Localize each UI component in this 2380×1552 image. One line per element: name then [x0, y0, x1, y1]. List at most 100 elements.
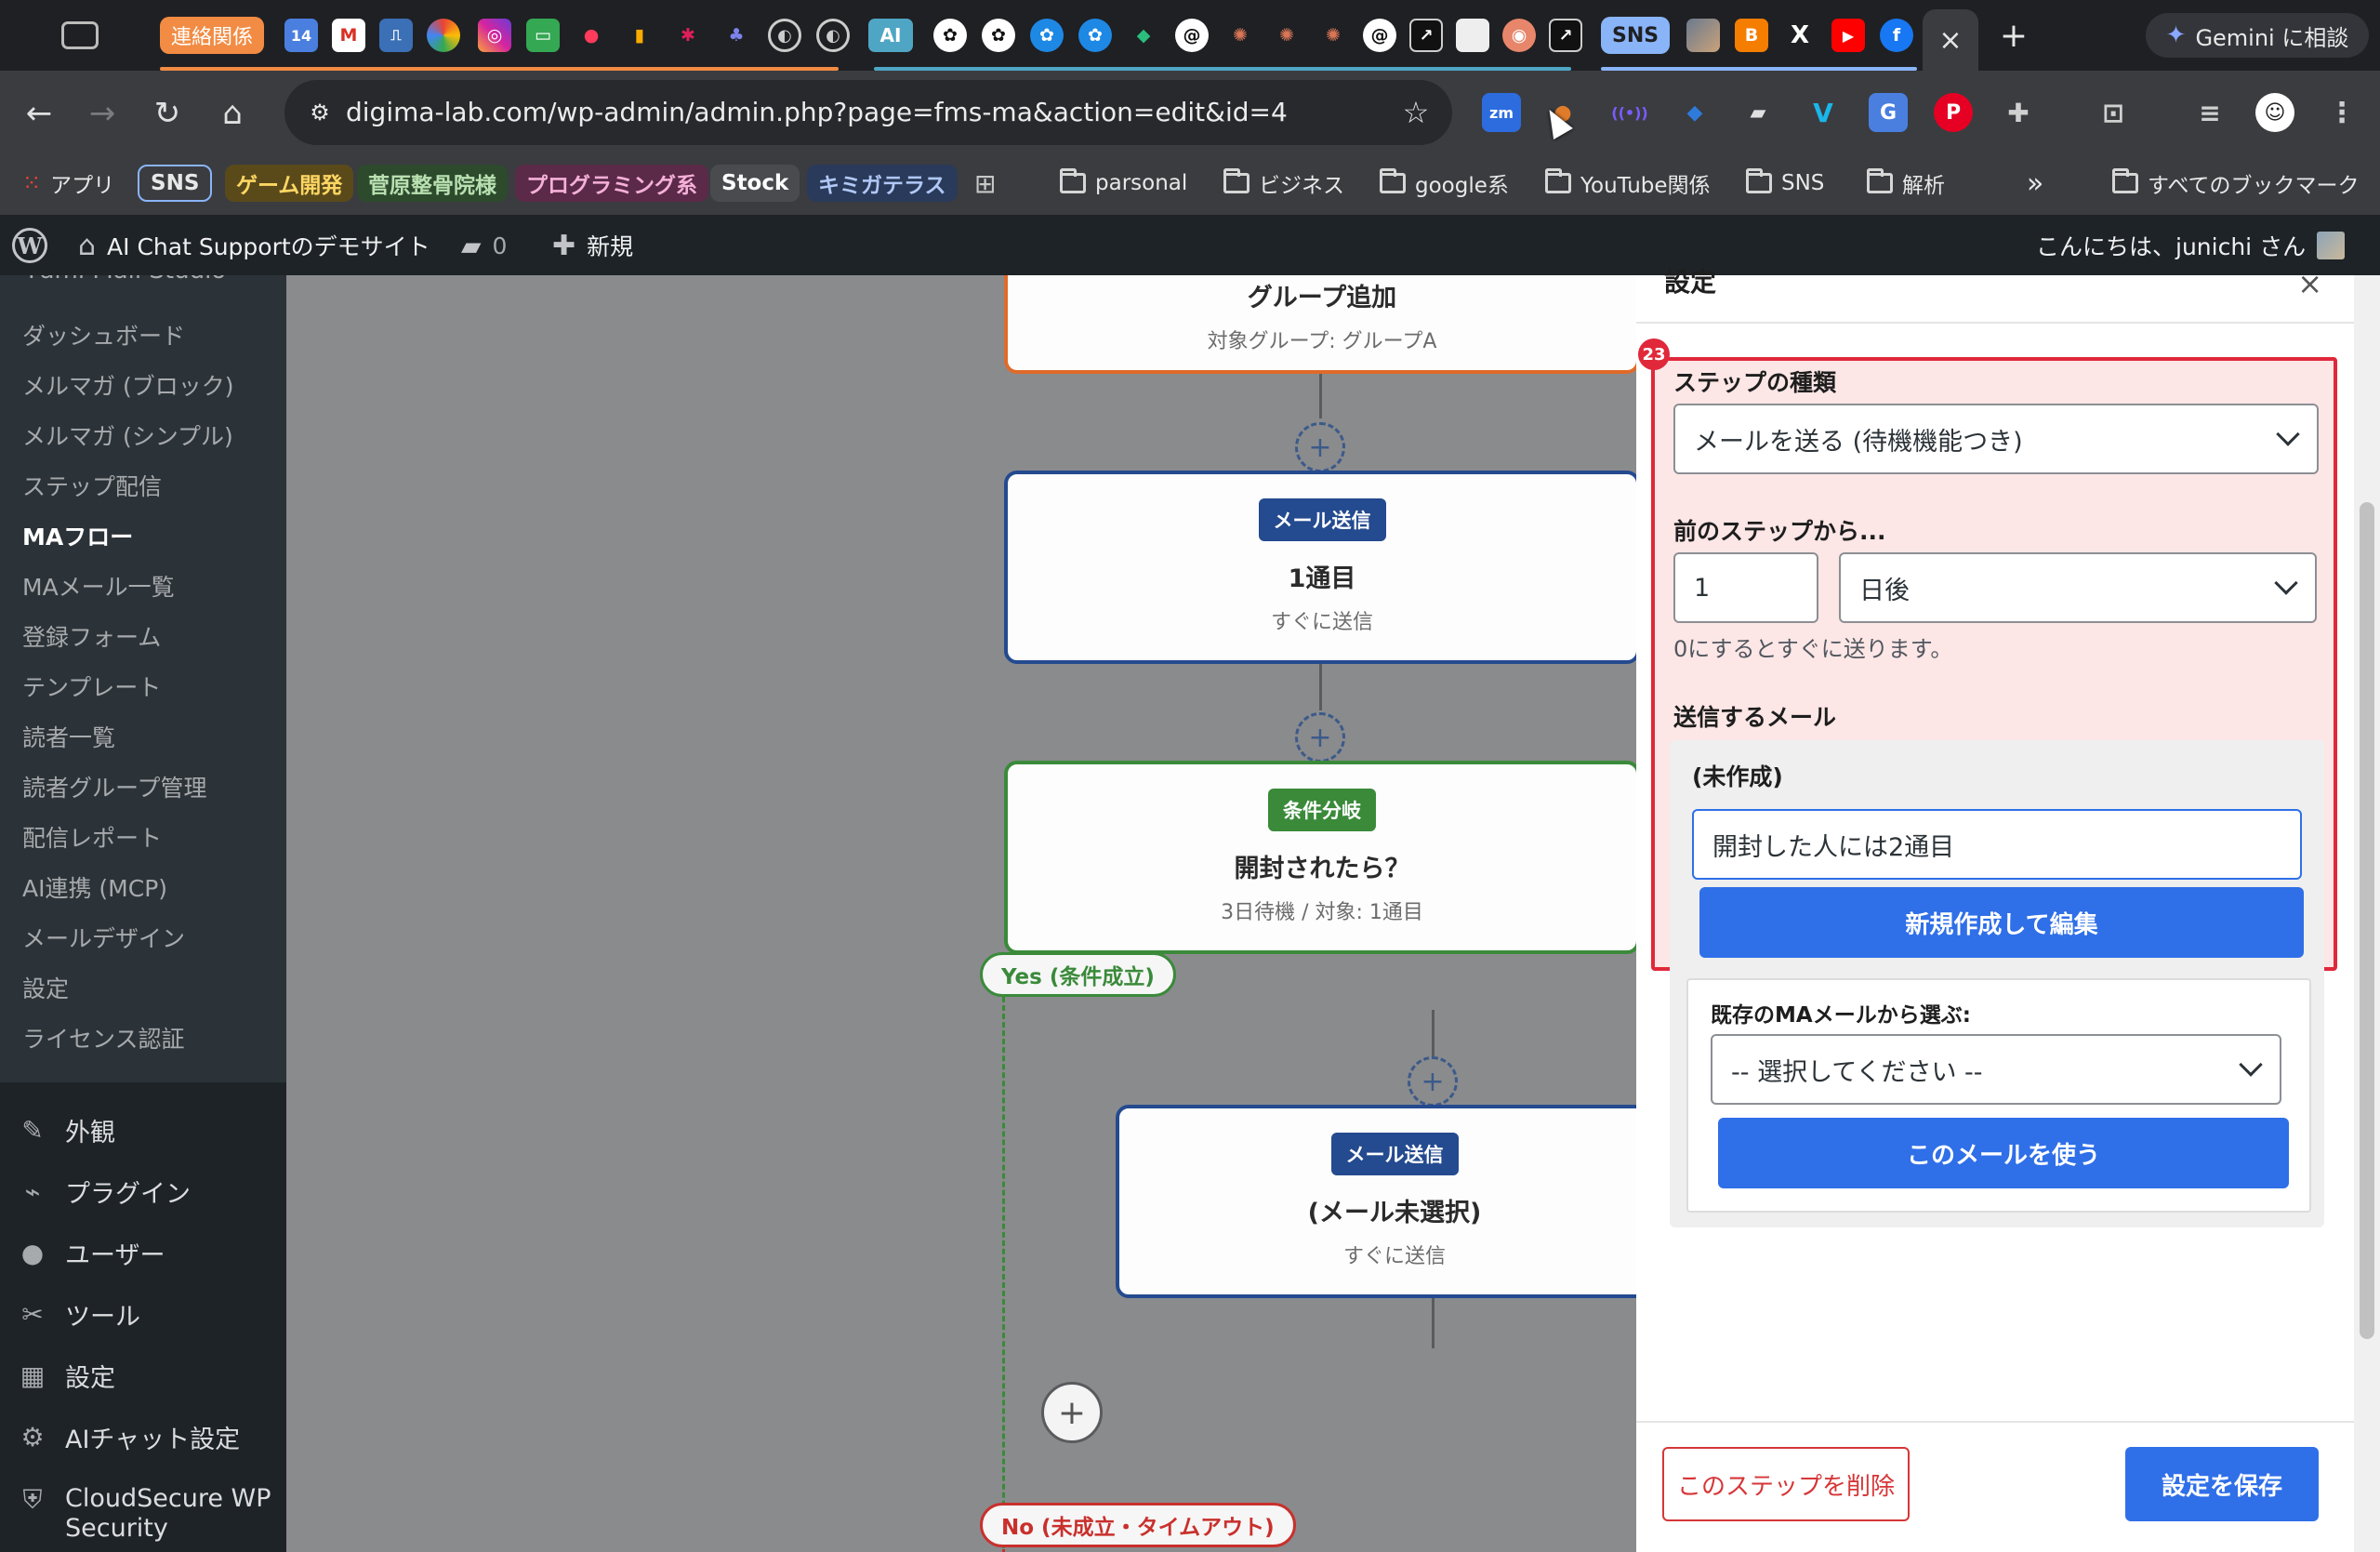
youtube-icon[interactable]: ▶ [1831, 19, 1865, 52]
photos-icon[interactable] [427, 19, 460, 52]
profile-avatar[interactable]: ☺ [2255, 93, 2294, 132]
flow-node-mail-2[interactable]: メール送信 (メール未選択) すぐに送信 [1116, 1105, 1636, 1298]
close-icon[interactable]: × [2297, 266, 2322, 301]
menu-item-cloudsecure[interactable]: ⛨ CloudSecure WP Security [17, 1484, 279, 1552]
photo-icon[interactable] [1686, 19, 1720, 52]
submenu-item[interactable]: テンプレート [22, 670, 161, 703]
globe-icon[interactable]: ◐ [768, 19, 801, 52]
external-icon[interactable]: ↗ [1409, 19, 1443, 52]
submenu-item[interactable]: AI連携 (MCP) [22, 870, 167, 904]
gmail-icon[interactable]: M [332, 19, 365, 52]
broadcast-icon[interactable]: ((•)) [1610, 93, 1649, 132]
tab-group-renraku[interactable]: 連絡関係 [160, 17, 265, 54]
home-icon[interactable]: ⌂ [212, 93, 253, 134]
forward-arrow-icon[interactable]: → [82, 93, 123, 134]
submenu-item[interactable]: 配信レポート [22, 820, 162, 854]
analytics-icon[interactable]: ▮ [623, 19, 656, 52]
add-step-button[interactable]: + [1295, 712, 1345, 763]
use-this-mail-button[interactable]: このメールを使う [1718, 1118, 2289, 1188]
bookmark-folder-youtube[interactable]: YouTube関係 [1545, 165, 1711, 202]
bookmark-sugawara[interactable]: 菅原整骨院様 [357, 165, 508, 202]
step-type-select[interactable]: メールを送る (待機機能つき) [1673, 404, 2319, 474]
add-step-button[interactable]: + [1408, 1056, 1458, 1107]
eraser-icon[interactable]: ▰ [1739, 93, 1778, 132]
translate-icon[interactable]: G [1869, 93, 1908, 132]
search-tab-icon[interactable]: ⊡ [2094, 93, 2133, 132]
bookmark-sns[interactable]: SNS [138, 165, 213, 202]
panel-scrollbar[interactable] [2354, 275, 2380, 1552]
wait-unit-select[interactable]: 日後 [1839, 552, 2317, 623]
add-branch-step-button[interactable]: + [1041, 1382, 1103, 1443]
menu-item-plugins[interactable]: ⌁ プラグイン [17, 1168, 191, 1214]
bookmark-folder-all[interactable]: すべてのブックマーク [2112, 165, 2359, 202]
bookmark-folder-google[interactable]: google系 [1380, 165, 1509, 202]
threads-icon[interactable]: @ [1175, 19, 1209, 52]
site-info-icon[interactable]: ⚙ [301, 94, 338, 131]
create-and-edit-button[interactable]: 新規作成して編集 [1699, 887, 2304, 958]
submenu-item[interactable]: メルマガ (シンプル) [22, 418, 233, 452]
orange-icon[interactable]: ◉ [1502, 19, 1536, 52]
submenu-item[interactable]: 読者一覧 [22, 720, 115, 753]
threads-icon[interactable]: @ [1363, 19, 1396, 52]
flow-node-group-add[interactable]: グループ追加 対象グループ: グループA [1004, 275, 1636, 374]
submenu-item[interactable]: ステップ配信 [22, 469, 162, 502]
calendar-icon[interactable]: 14 [284, 19, 318, 52]
wait-amount-input[interactable]: 1 [1673, 552, 1818, 623]
new-content-link[interactable]: ✚ 新規 [552, 216, 633, 275]
bookmark-folder-business[interactable]: ビジネス [1223, 165, 1344, 202]
bookmark-folder-analysis[interactable]: 解析 [1867, 165, 1945, 202]
menu-dots-icon[interactable]: ⋮ [2322, 93, 2361, 132]
add-step-button[interactable]: + [1295, 422, 1345, 472]
flow-node-mail-1[interactable]: メール送信 1通目 すぐに送信 [1004, 471, 1636, 664]
media-icon[interactable]: ≡ [2190, 93, 2229, 132]
new-tab-button[interactable]: + [1995, 17, 2032, 55]
delete-step-button[interactable]: このステップを削除 [1662, 1447, 1910, 1521]
puzzle-icon[interactable]: ✚ [1999, 93, 2038, 132]
openai-icon[interactable]: ✿ [933, 19, 967, 52]
flow-node-condition[interactable]: 条件分岐 開封されたら？ 3日待機 / 対象: 1通目 [1004, 761, 1636, 954]
submenu-item[interactable]: メールデザイン [22, 921, 185, 954]
tab-groups-icon[interactable]: ⊞ [974, 165, 996, 202]
menu-item-appearance[interactable]: ✎ 外観 [17, 1107, 115, 1153]
menu-item-ai-chat[interactable]: ⚙ AIチャット設定 [17, 1413, 240, 1460]
bookmarks-overflow-button[interactable]: » [2027, 165, 2043, 202]
new-mail-title-input[interactable]: 開封した人には2通目 [1692, 809, 2302, 880]
globe-icon[interactable]: ◐ [816, 19, 850, 52]
instagram-icon[interactable]: ◎ [478, 19, 511, 52]
existing-mail-select[interactable]: -- 選択してください -- [1711, 1034, 2281, 1105]
facebook-icon[interactable]: f [1880, 19, 1913, 52]
screen-icon[interactable] [61, 21, 99, 49]
x-icon[interactable]: X [1783, 19, 1817, 52]
slack-icon[interactable]: ✱ [671, 19, 705, 52]
reload-icon[interactable]: ↻ [147, 93, 188, 134]
submenu-item[interactable]: メルマガ (ブロック) [22, 368, 233, 402]
gemini-button[interactable]: ✦ Gemini に相談 [2146, 13, 2369, 58]
claude-icon[interactable]: ✺ [1270, 19, 1303, 52]
openai-icon[interactable]: ✿ [1078, 19, 1112, 52]
menu-item-tools[interactable]: ✂ ツール [17, 1291, 140, 1337]
teams-icon[interactable]: ♣ [720, 19, 753, 52]
scrollbar-thumb[interactable] [2360, 502, 2374, 1339]
notebook-icon[interactable]: ⎍ [379, 19, 413, 52]
submenu-item[interactable]: ダッシュボード [22, 318, 185, 352]
menu-item-settings[interactable]: ▦ 設定 [17, 1352, 115, 1399]
bookmark-folder-sns[interactable]: SNS [1746, 165, 1824, 202]
page-icon[interactable] [1456, 19, 1489, 52]
active-tab-close-button[interactable]: × [1923, 9, 1978, 71]
bookmark-apps[interactable]: ⁙ アプリ [22, 165, 114, 202]
save-settings-button[interactable]: 設定を保存 [2125, 1447, 2319, 1521]
wordpress-logo-icon[interactable]: W [11, 216, 48, 275]
back-arrow-icon[interactable]: ← [19, 93, 60, 134]
claude-icon[interactable]: ✺ [1223, 19, 1257, 52]
zoom-icon[interactable]: zm [1482, 93, 1521, 132]
submenu-item[interactable]: 設定 [22, 971, 69, 1004]
bookmark-stock[interactable]: Stock [710, 165, 800, 202]
submenu-item-current[interactable]: MAフロー [22, 519, 133, 552]
address-bar[interactable]: ⚙ digima-lab.com/wp-admin/admin.php?page… [284, 80, 1452, 145]
v-icon[interactable]: V [1804, 93, 1843, 132]
submenu-item[interactable]: ライセンス認証 [22, 1021, 185, 1055]
openai-icon[interactable]: ✿ [1030, 19, 1064, 52]
openai-icon[interactable]: ✿ [982, 19, 1015, 52]
bookmark-folder-parsonal[interactable]: parsonal [1060, 165, 1187, 202]
bookmark-star-icon[interactable]: ☆ [1395, 91, 1437, 134]
